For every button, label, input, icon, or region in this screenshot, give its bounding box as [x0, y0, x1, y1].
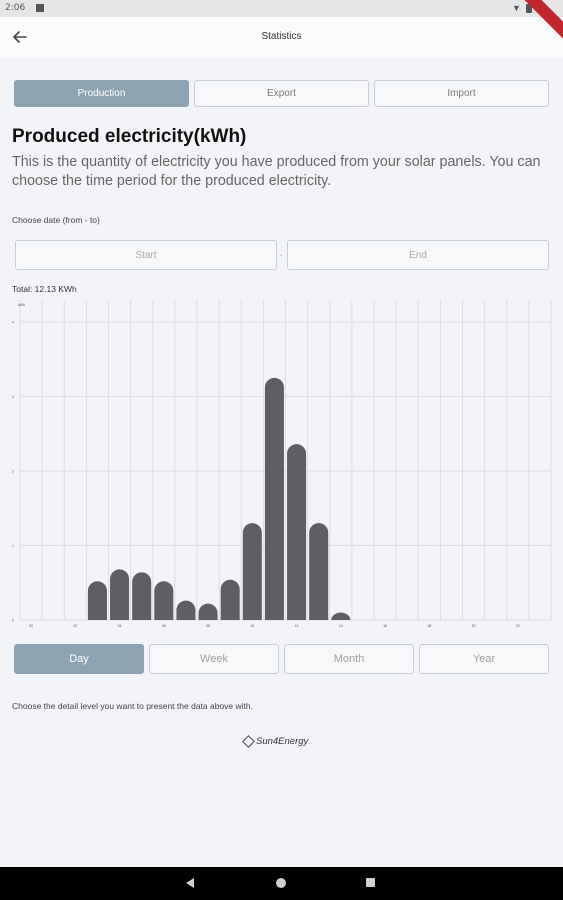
period-week-button[interactable]: Week	[149, 644, 279, 674]
statistics-tabs: Production Export Import	[14, 80, 549, 107]
total-production: Total: 12.13 KWh	[12, 284, 77, 294]
chart-y-tick-label: 0	[12, 619, 14, 623]
chart-bar	[287, 444, 307, 620]
chart-bar	[309, 523, 329, 620]
page-title: Statistics	[261, 31, 302, 42]
tab-import[interactable]: Import	[374, 80, 549, 107]
chart-bar	[176, 600, 196, 620]
chart-bar	[264, 377, 284, 620]
chart-x-tick-label: 10	[250, 624, 254, 628]
chart-bar	[242, 523, 262, 620]
tab-export[interactable]: Export	[194, 80, 369, 107]
section-description: This is the quantity of electricity you …	[12, 154, 541, 189]
period-day-button[interactable]: Day	[14, 644, 144, 674]
system-nav-bar	[0, 867, 563, 900]
chart-y-tick-label: 1	[12, 544, 14, 548]
chart-x-tick-label: 12	[295, 624, 299, 628]
chart-x-tick-label: 22	[516, 624, 520, 628]
chart-bar	[220, 579, 240, 620]
brand-name: Sun4Energy	[256, 736, 309, 747]
period-month-button[interactable]: Month	[284, 644, 414, 674]
chart-unit-label: kWh	[18, 303, 25, 307]
notification-icon	[36, 4, 44, 12]
chart-x-tick-label: 02	[73, 624, 77, 628]
period-selector: Day Week Month Year	[14, 644, 549, 674]
chart-bar	[154, 581, 174, 620]
chart-bar	[87, 581, 107, 620]
nav-back-icon[interactable]	[186, 878, 194, 888]
chart-x-tick-label: 06	[162, 624, 166, 628]
start-date-field[interactable]: Start	[15, 240, 277, 270]
chart-x-tick-label: 04	[118, 624, 122, 628]
production-bar-chart: kWh0123400 02 04 06 08 10 12 14 16 18 20 22	[12, 300, 552, 628]
section-heading: Produced electricity(kWh)	[12, 126, 247, 147]
chart-x-tick-label: 18	[427, 624, 431, 628]
chart-x-tick-label: 14	[339, 624, 343, 628]
status-time: 2:06	[5, 3, 26, 13]
wifi-icon: ▼	[512, 3, 521, 13]
status-bar: 2:06 ▼	[0, 0, 563, 17]
date-separator: -	[279, 250, 282, 260]
detail-level-note: Choose the detail level you want to pres…	[12, 701, 253, 711]
chart-y-tick-label: 4	[12, 321, 14, 325]
chart-x-tick-label: 16	[383, 624, 387, 628]
chart-y-tick-label: 2	[12, 470, 14, 474]
chart-x-tick-label: 08	[206, 624, 210, 628]
chart-x-tick-label: 00	[29, 624, 33, 628]
period-year-button[interactable]: Year	[419, 644, 549, 674]
chart-bar	[110, 569, 130, 620]
chart-bar	[198, 603, 218, 620]
chart-bar	[132, 572, 152, 620]
end-date-field[interactable]: End	[287, 240, 549, 270]
logo-icon	[242, 735, 255, 748]
tab-production[interactable]: Production	[14, 80, 189, 107]
app-bar: Statistics	[0, 17, 563, 57]
date-range-label: Choose date (from - to)	[12, 215, 100, 225]
nav-recents-icon[interactable]	[366, 878, 375, 887]
chart-y-tick-label: 3	[12, 395, 14, 399]
nav-home-icon[interactable]	[276, 878, 286, 888]
brand-logo: Sun4Energy	[242, 735, 309, 748]
chart-x-tick-label: 20	[472, 624, 476, 628]
chart-bar	[331, 612, 351, 620]
